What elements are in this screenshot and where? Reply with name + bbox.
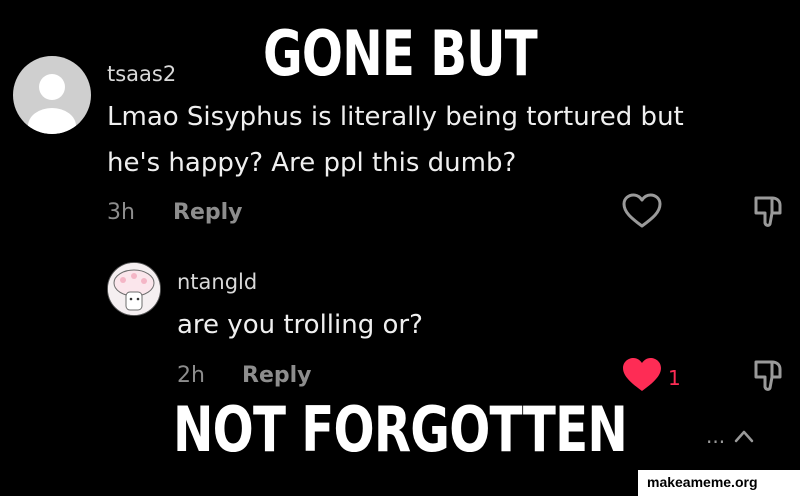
chevron-up-icon (734, 430, 754, 443)
comment-text-line: he's happy? Are ppl this dumb? (107, 148, 517, 178)
meme-bottom-caption: NOT FORGOTTEN (172, 393, 628, 466)
comment-timestamp: 2h (177, 363, 205, 388)
comment-timestamp: 3h (107, 200, 135, 225)
comment-text-line: Lmao Sisyphus is literally being torture… (107, 102, 684, 132)
dislike-button[interactable] (750, 192, 786, 228)
thumbs-down-icon (754, 196, 782, 227)
like-button-active[interactable] (621, 356, 663, 396)
comment-text-line: are you trolling or? (177, 310, 423, 340)
avatar-tsaas2[interactable] (13, 56, 91, 134)
username-tsaas2[interactable]: tsaas2 (107, 62, 176, 86)
thumbs-down-icon (754, 360, 782, 391)
default-user-icon (28, 74, 76, 134)
like-count: 1 (668, 366, 681, 390)
profile-picture (108, 263, 160, 315)
username-ntangld[interactable]: ntangld (177, 270, 257, 294)
watermark-bar: makeameme.org (638, 470, 800, 496)
more-replies-indicator[interactable]: ... (706, 424, 725, 448)
dislike-button[interactable] (750, 356, 786, 392)
meme-top-caption: GONE BUT (262, 17, 538, 90)
like-button[interactable] (621, 192, 663, 232)
watermark-text: makeameme.org (647, 474, 758, 490)
collapse-button[interactable] (733, 428, 755, 444)
reply-button[interactable]: Reply (242, 363, 312, 388)
heart-outline-icon (622, 193, 662, 228)
heart-filled-icon (623, 358, 661, 391)
avatar-ntangld[interactable] (107, 262, 161, 316)
reply-button[interactable]: Reply (173, 200, 243, 225)
